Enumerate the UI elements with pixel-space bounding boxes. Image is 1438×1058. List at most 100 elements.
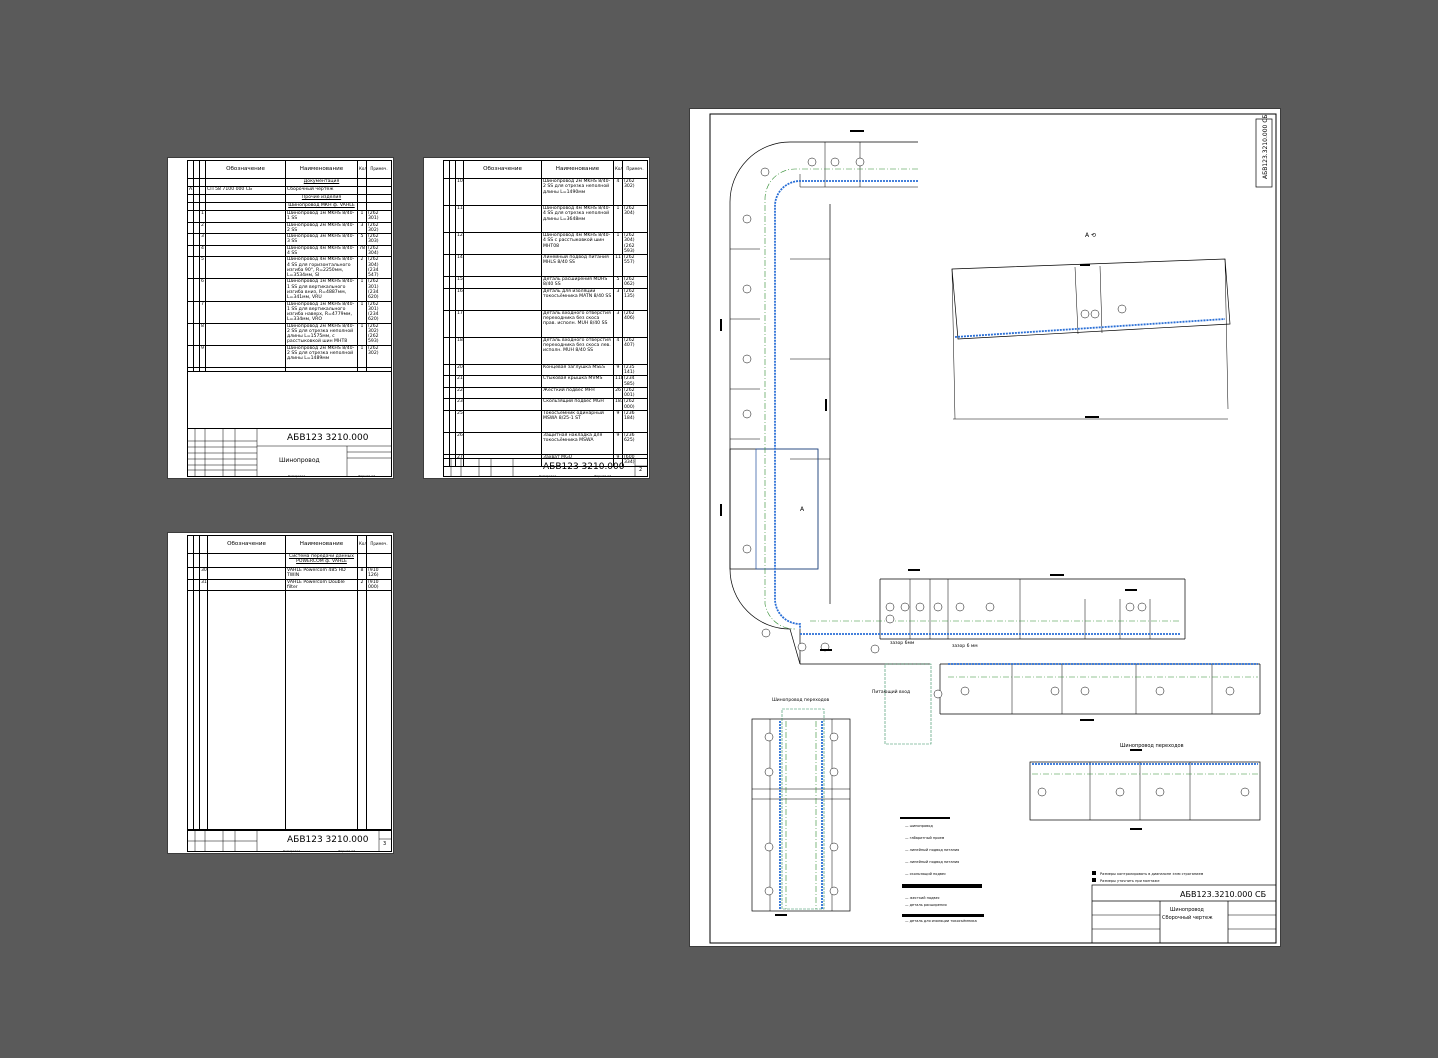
table-row: 23 Скользящий подвес MGH183(262 000) [443, 398, 648, 411]
assembly-drawing-sheet[interactable]: АБВ123.3210.000 СБ А А ⟲ Шинопровод пере… [690, 109, 1280, 946]
cell-designation [205, 344, 286, 368]
spec-sheet-3[interactable]: Обозначение Наименование Кол. Примеч. Си… [168, 533, 393, 853]
cell-note: (262 302) (262 593) [366, 322, 392, 346]
cell-designation [207, 578, 286, 592]
cell-name: Жесткий подвес MFH [541, 386, 614, 400]
cell-note: (234 585) [622, 375, 648, 388]
table-row: 6 Шинопровод 1м MKHS 8/40-1 SS для вертик… [187, 278, 392, 302]
cell-qty [357, 178, 367, 187]
table-row: А1СП 58 7100 000 СБСборочный чертеж [187, 186, 392, 195]
legend: — шинопровод — габаритный проем — линейн… [905, 824, 977, 923]
cell-designation [207, 567, 286, 580]
cell-note: (910 126) [366, 567, 392, 580]
cell-note: (262 304) [622, 205, 648, 233]
cell-name: Шинопровод 4м MKHS 8/40-4 SS с расстыков… [541, 231, 614, 256]
col-name: Наименование [541, 160, 614, 179]
cell-designation [205, 210, 286, 223]
cell-name: Концевая заглушка MSES [541, 363, 614, 377]
cell-pos: 30 [199, 567, 208, 580]
table-row: Прочие изделия [187, 194, 392, 203]
cell-qty [357, 194, 367, 203]
cell-name: Сборочный чертеж [285, 186, 358, 195]
cell-qty: 1 [357, 344, 367, 368]
table-row: 10 Шинопровод 2м MKHS 8/40-2 SS для отрез… [443, 178, 648, 206]
cell-qty [357, 186, 367, 195]
cell-note: (262 302) [622, 178, 648, 206]
cell-qty [357, 553, 367, 568]
cell-designation [205, 194, 286, 203]
cell-name: VAHLE Powercom Double filter [285, 578, 358, 592]
sheet2-sheet-number: 2 [639, 467, 643, 473]
cell-note [366, 553, 392, 568]
cell-note: (262 304) (234 547) [366, 256, 392, 280]
table-row: Система передачи данных POWERCOM ф. VAHL… [187, 553, 392, 568]
cell-note [366, 202, 392, 211]
cell-designation [463, 254, 542, 278]
cell-pos [199, 553, 208, 568]
cell-note: (262 304) (262 593) [622, 231, 648, 256]
cell-name: Шинопровод 4м MKHS 8/40-4 SS для отрезка… [541, 205, 614, 233]
table-row: 7 Шинопровод 1м MKHS 8/40-1 SS для вертик… [187, 300, 392, 324]
table-row: 17 Деталь входного отверстия переходника … [443, 309, 648, 338]
cell-name: Шинопровод 4м MKHS 8/40-4 SS [285, 244, 358, 258]
cell-designation [463, 386, 542, 400]
col-designation: Обозначение [207, 535, 286, 554]
table-row: 5 Шинопровод 4м MKHS 8/40-4 SS для горизо… [187, 256, 392, 280]
table-row: 12 Шинопровод 4м MKHS 8/40-4 SS с расстык… [443, 231, 648, 256]
cell-qty: 2 [357, 256, 367, 280]
cell-qty: 5 [357, 233, 367, 246]
table-row: 30 VAHLE Powercom 485 HD TWIN 8 (910 126) [187, 567, 392, 580]
cell-name: Шинопровод 3м MKHS 8/40-3 SS [285, 233, 358, 246]
sheet1-doc-code: АБВ123 3210.000 [287, 433, 369, 443]
table-row: 15 Деталь расширения MDHS 8/40 SS 5 (262 06… [443, 276, 648, 289]
table-row: 11 Шинопровод 4м MKHS 8/40-4 SS для отрез… [443, 205, 648, 233]
cell-qty: 1 [357, 322, 367, 346]
note-1: Размеры контролировать в диапазоне ±мм с… [1100, 872, 1204, 876]
cell-pos: 18 [455, 336, 464, 365]
spec-sheet-2[interactable]: Обозначение Наименование Кол. Примеч. 10… [424, 158, 649, 478]
sheet2-format: Формат А4 [594, 474, 612, 478]
cell-note: (262 000) [622, 398, 648, 411]
assembly-drawing: АБВ123.3210.000 СБ А А ⟲ Шинопровод пере… [709, 113, 1277, 944]
table-row: 14 Линейный подвод питания MHLS 8/40 SS 11… [443, 254, 648, 278]
stamp-subtitle: Сборочный чертеж [1162, 914, 1213, 921]
table-row: 20 Концевая заглушка MSES 9 (235 141) [443, 363, 648, 377]
cell-qty: 183 [613, 398, 623, 411]
cell-note: (910 000) [366, 578, 392, 592]
cell-note: (236 625) [622, 431, 648, 455]
cell-note [366, 178, 392, 187]
cell-designation [463, 398, 542, 411]
cell-designation [205, 202, 286, 211]
sheet3-doc-code: АБВ123 3210.000 [287, 835, 369, 845]
cell-designation [463, 409, 542, 433]
cell-qty: 11 [613, 254, 623, 278]
cell-note: (262 557) [622, 254, 648, 278]
col-note: Примеч. [366, 535, 392, 554]
gap-label-2: зазор 6 мм [952, 643, 978, 649]
cell-qty: 9 [613, 409, 623, 433]
cell-name: Деталь входного отверстия переходника бе… [541, 309, 614, 338]
cell-name: Токосъёмник одинарный MSWA 8/25-1 ST [541, 409, 614, 433]
sheet1-title-block: АБВ123 3210.000 Шинопровод [187, 428, 391, 476]
col-note: Примеч. [366, 160, 392, 179]
table-row: 3 Шинопровод 3м MKHS 8/40-3 SS 5 (262 303) [187, 233, 392, 246]
cell-note: (262 301) (234 620) [366, 300, 392, 324]
sheet1-spec-table: Обозначение Наименование Кол. Примеч. До… [187, 160, 392, 372]
cell-designation [463, 336, 542, 365]
spec-sheet-1[interactable]: Обозначение Наименование Кол. Примеч. До… [168, 158, 393, 478]
sheet3-title-block: АБВ123 3210.000 3 [187, 830, 391, 851]
col-name: Наименование [285, 535, 358, 554]
cell-qty: 5 [613, 276, 623, 289]
cell-name: Скользящий подвес MGH [541, 398, 614, 411]
cell-qty: 3 [613, 309, 623, 338]
cell-designation [463, 276, 542, 289]
sheet3-format: Формат А4 [338, 849, 356, 853]
power-supply-label: Питающий вход [872, 688, 910, 695]
cell-qty: 1 [357, 278, 367, 302]
sheet3-spec-table: Обозначение Наименование Кол. Примеч. Си… [187, 535, 392, 830]
cell-qty [357, 202, 367, 211]
cell-qty: 2 [357, 578, 367, 592]
cell-name: Шинопровод 4м MKHS 8/40-4 SS для горизон… [285, 256, 358, 280]
cell-note: (236 184) [622, 409, 648, 433]
cell-qty: 3 [613, 287, 623, 311]
